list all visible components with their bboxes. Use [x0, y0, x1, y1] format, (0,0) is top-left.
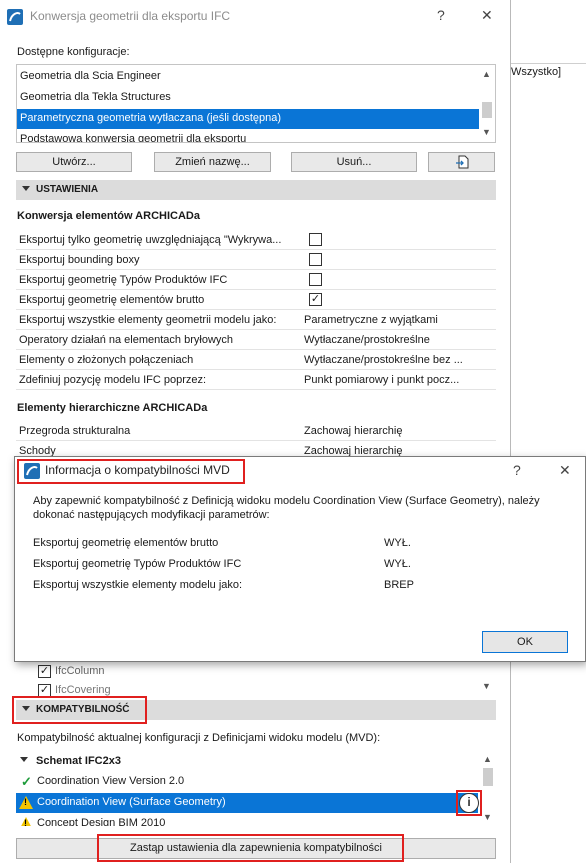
settings-row-label: Eksportuj geometrię Typów Produktów IFC: [19, 274, 228, 286]
mvd-item-selected[interactable]: ! Coordination View (Surface Geometry): [16, 793, 478, 813]
rename-button[interactable]: Zmień nazwę...: [154, 152, 271, 172]
compat-list[interactable]: Schemat IFC2x3 ✓ Coordination View Versi…: [16, 750, 496, 826]
delete-button[interactable]: Usuń...: [291, 152, 417, 172]
settings-row[interactable]: Operatory działań na elementach bryłowyc…: [16, 330, 496, 350]
highlight-replace-button: [97, 834, 404, 862]
scroll-down-icon[interactable]: ▼: [482, 681, 491, 691]
ifc-item-label: IfcCovering: [55, 684, 111, 696]
hierarchical-header: Elementy hierarchiczne ARCHICADa: [17, 402, 208, 414]
scroll-down-icon[interactable]: ▼: [483, 812, 492, 822]
hier-row-value[interactable]: Zachowaj hierarchię: [304, 425, 489, 437]
checkbox[interactable]: [309, 273, 322, 286]
settings-row-label: Eksportuj tylko geometrię uwzględniającą…: [19, 234, 282, 246]
scroll-up-icon[interactable]: ▲: [482, 69, 491, 79]
archicad-icon: [7, 9, 23, 25]
warning-mark: !: [24, 818, 27, 826]
background-text: Wszystko]: [511, 66, 562, 78]
settings-row-label: Zdefiniuj pozycję modelu IFC poprzez:: [19, 374, 207, 386]
settings-row-value[interactable]: Wytłaczane/prostokreślne: [304, 334, 489, 346]
config-list[interactable]: Geometria dla Scia Engineer Geometria dl…: [16, 64, 496, 143]
background-divider: [511, 63, 586, 64]
checkbox[interactable]: [309, 253, 322, 266]
dialog-close-button[interactable]: ✕: [559, 462, 571, 479]
create-button[interactable]: Utwórz...: [16, 152, 132, 172]
settings-section-header[interactable]: USTAWIENIA: [16, 180, 496, 200]
window-title: Konwersja geometrii dla eksportu IFC: [30, 9, 231, 23]
config-item[interactable]: Geometria dla Scia Engineer: [17, 67, 479, 87]
title-bar: Konwersja geometrii dla eksportu IFC ? ✕: [0, 0, 511, 32]
schema-label: Schemat IFC2x3: [36, 755, 121, 767]
schema-row[interactable]: Schemat IFC2x3: [16, 752, 478, 772]
dialog-item-value: WYŁ.: [384, 558, 411, 570]
expand-triangle-icon[interactable]: [20, 757, 28, 762]
dialog-item-label: Eksportuj geometrię Typów Produktów IFC: [33, 558, 242, 570]
settings-row-label: Eksportuj wszystkie elementy geometrii m…: [19, 314, 277, 326]
import-file-icon: [455, 155, 468, 169]
conversion-header: Konwersja elementów ARCHICADa: [17, 210, 200, 222]
config-item[interactable]: Podstawowa konwersja geometrii dla ekspo…: [17, 130, 479, 142]
mvd-info-dialog: Informacja o kompatybilności MVD ? ✕ Aby…: [14, 456, 586, 662]
compat-description: Kompatybilność aktualnej konfiguracji z …: [17, 732, 381, 744]
settings-row-label: Eksportuj bounding boxy: [19, 254, 140, 266]
settings-row: Eksportuj bounding boxy: [16, 250, 496, 270]
settings-row-value[interactable]: Wytłaczane/prostokreślne bez ...: [304, 354, 489, 366]
ok-button[interactable]: OK: [482, 631, 568, 653]
scroll-thumb[interactable]: [482, 102, 492, 118]
hier-row-label: Przegroda strukturalna: [19, 425, 131, 437]
settings-row[interactable]: Zdefiniuj pozycję modelu IFC poprzez: Pu…: [16, 370, 496, 390]
settings-row: Eksportuj geometrię elementów brutto ✓: [16, 290, 496, 310]
import-button[interactable]: [428, 152, 495, 172]
scroll-down-icon[interactable]: ▼: [482, 127, 491, 137]
highlight-dialog-title: [17, 459, 245, 484]
mvd-item[interactable]: ! Concept Design BIM 2010: [16, 814, 478, 826]
settings-row: Eksportuj geometrię Typów Produktów IFC: [16, 270, 496, 290]
settings-row-value[interactable]: Parametryczne z wyjątkami: [304, 314, 489, 326]
highlight-info-button: [456, 790, 482, 816]
dialog-item-value: BREP: [384, 579, 414, 591]
checkbox-checked[interactable]: ✓: [309, 293, 322, 306]
check-icon: ✓: [21, 774, 32, 789]
checkbox-checked[interactable]: ✓: [38, 665, 51, 678]
scroll-up-icon[interactable]: ▲: [483, 754, 492, 764]
dialog-message: Aby zapewnić kompatybilność z Definicją …: [33, 495, 540, 521]
settings-row[interactable]: Elementy o złożonych połączeniach Wytłac…: [16, 350, 496, 370]
help-button[interactable]: ?: [437, 7, 445, 23]
compat-list-scrollbar[interactable]: ▲ ▼: [480, 750, 496, 826]
scroll-thumb[interactable]: [483, 768, 493, 786]
configs-label: Dostępne konfiguracje:: [17, 46, 130, 58]
settings-header-label: USTAWIENIA: [36, 184, 99, 195]
dialog-item-label: Eksportuj wszystkie elementy modelu jako…: [33, 579, 243, 591]
close-button[interactable]: ✕: [481, 7, 493, 24]
highlight-compat-header: [12, 696, 147, 724]
dialog-item-label: Eksportuj geometrię elementów brutto: [33, 537, 219, 549]
settings-row[interactable]: Eksportuj wszystkie elementy geometrii m…: [16, 310, 496, 330]
mvd-item[interactable]: ✓ Coordination View Version 2.0: [16, 772, 478, 792]
mvd-label: Concept Design BIM 2010: [37, 817, 166, 826]
hier-row[interactable]: Przegroda strukturalna Zachowaj hierarch…: [16, 421, 496, 441]
ifc-item-label: IfcColumn: [55, 665, 105, 677]
dialog-item-value: WYŁ.: [384, 537, 411, 549]
mvd-label: Coordination View (Surface Geometry): [37, 796, 226, 808]
settings-row-value[interactable]: Punkt pomiarowy i punkt pocz...: [304, 374, 489, 386]
background-window: [511, 0, 586, 863]
settings-row-label: Elementy o złożonych połączeniach: [19, 354, 194, 366]
warning-mark: !: [24, 797, 27, 807]
settings-row: Eksportuj tylko geometrię uwzględniającą…: [16, 230, 496, 250]
dialog-help-button[interactable]: ?: [513, 462, 521, 478]
collapse-triangle-icon[interactable]: [22, 186, 30, 191]
main-dialog: Konwersja geometrii dla eksportu IFC ? ✕…: [0, 0, 511, 863]
settings-row-label: Operatory działań na elementach bryłowyc…: [19, 334, 234, 346]
settings-row-label: Eksportuj geometrię elementów brutto: [19, 294, 205, 306]
config-item-selected[interactable]: Parametryczna geometria wytłaczana (jeśl…: [17, 109, 479, 129]
checkbox[interactable]: [309, 233, 322, 246]
config-item[interactable]: Geometria dla Tekla Structures: [17, 88, 479, 108]
config-list-scrollbar[interactable]: ▲ ▼: [479, 65, 495, 142]
mvd-label: Coordination View Version 2.0: [37, 775, 185, 787]
